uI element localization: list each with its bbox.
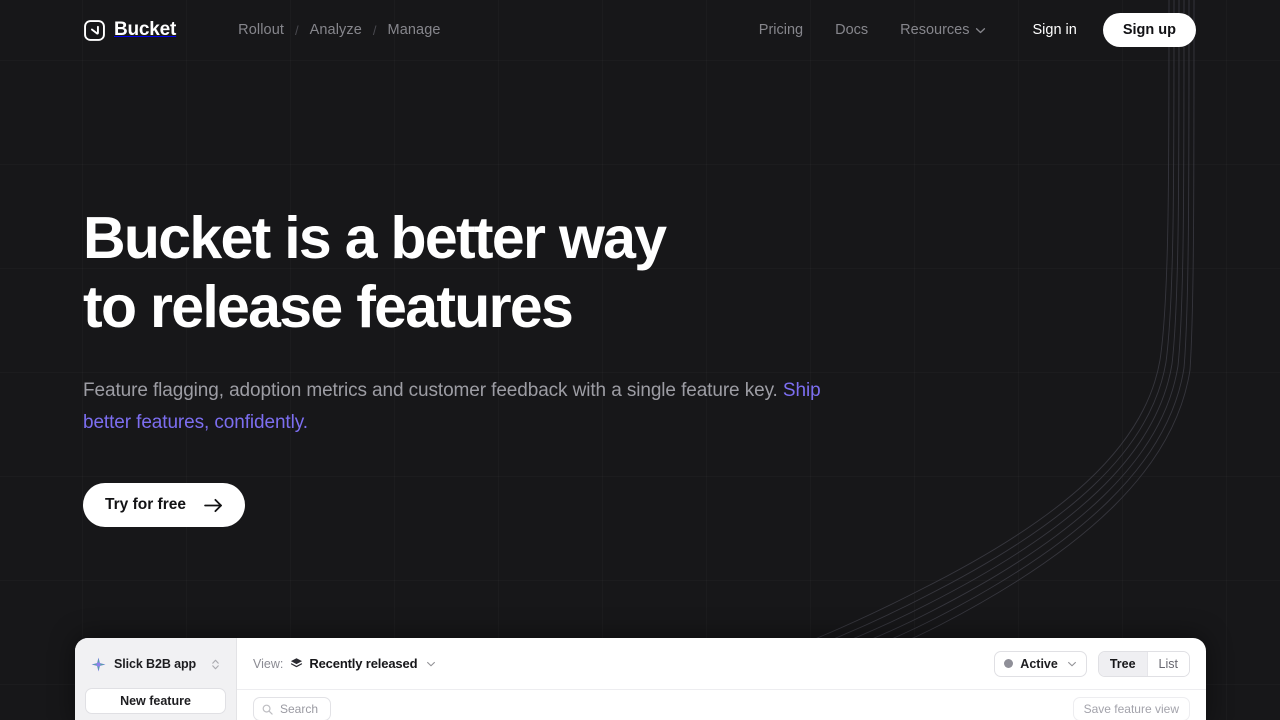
- app-preview-panel: Slick B2B app New feature View: Recently…: [75, 638, 1206, 720]
- save-feature-view-button[interactable]: Save feature view: [1072, 697, 1190, 720]
- stack-layers-icon: [291, 658, 303, 668]
- try-for-free-label: Try for free: [105, 496, 186, 513]
- nav-separator: /: [295, 22, 299, 38]
- brand-name: Bucket: [114, 19, 177, 40]
- chevron-down-icon: [976, 27, 986, 33]
- display-mode-toggle: Tree List: [1097, 650, 1190, 677]
- nav-link-resources[interactable]: Resources: [884, 22, 1002, 38]
- brand-logo-link[interactable]: Bucket: [84, 19, 176, 41]
- nav-link-manage[interactable]: Manage: [388, 22, 441, 38]
- hero-subtext-plain: Feature flagging, adoption metrics and c…: [83, 380, 783, 401]
- search-input[interactable]: Search: [253, 697, 331, 720]
- top-navigation-bar: Bucket Rollout / Analyze / Manage Pricin…: [0, 0, 1280, 60]
- page-root: Bucket Rollout / Analyze / Manage Pricin…: [0, 0, 1280, 720]
- app-preview-main: View: Recently released Active Tree List…: [237, 638, 1206, 720]
- app-preview-sidebar: Slick B2B app New feature: [75, 638, 237, 720]
- nav-link-resources-label: Resources: [900, 22, 970, 38]
- app-name: Slick B2B app: [114, 657, 197, 671]
- status-filter-dropdown[interactable]: Active: [994, 650, 1087, 677]
- nav-secondary-links: Pricing Docs Resources Sign in Sign up: [743, 13, 1196, 47]
- sparkle-star-icon: [91, 657, 106, 671]
- view-label: View:: [253, 656, 284, 671]
- page-title: Bucket is a better way to release featur…: [83, 205, 667, 340]
- chevron-down-icon: [1067, 661, 1076, 666]
- nav-primary-links: Rollout / Analyze / Manage: [238, 22, 440, 38]
- sign-up-button[interactable]: Sign up: [1102, 13, 1196, 47]
- decorative-swoosh-lines: [760, 0, 1195, 660]
- nav-separator: /: [372, 22, 377, 38]
- view-value: Recently released: [309, 656, 418, 671]
- app-switcher[interactable]: Slick B2B app: [85, 650, 226, 676]
- status-filter-label: Active: [1020, 656, 1058, 671]
- up-down-chevron-icon: [212, 659, 219, 669]
- display-mode-list[interactable]: List: [1146, 651, 1189, 676]
- chevron-down-icon[interactable]: [426, 661, 436, 667]
- try-for-free-button[interactable]: Try for free: [83, 483, 245, 527]
- nav-link-docs[interactable]: Docs: [819, 22, 884, 38]
- nav-link-pricing[interactable]: Pricing: [743, 22, 819, 38]
- sign-in-link[interactable]: Sign in: [1016, 22, 1092, 38]
- search-placeholder: Search: [280, 702, 319, 716]
- nav-link-analyze[interactable]: Analyze: [310, 22, 362, 38]
- display-mode-tree[interactable]: Tree: [1098, 651, 1147, 676]
- app-preview-subbar: Search Save feature view: [237, 690, 1206, 720]
- hero-subtext: Feature flagging, adoption metrics and c…: [83, 375, 823, 439]
- nav-link-rollout[interactable]: Rollout: [238, 22, 284, 38]
- search-icon: [262, 704, 273, 715]
- new-feature-button[interactable]: New feature: [85, 688, 226, 714]
- status-dot-icon: [1004, 659, 1014, 668]
- background-grid: [0, 0, 1280, 720]
- app-preview-toolbar: View: Recently released Active Tree List: [237, 638, 1206, 690]
- bucket-logo-icon: [84, 19, 105, 41]
- toolbar-right-controls: Active Tree List: [994, 650, 1190, 677]
- arrow-right-icon: [204, 498, 222, 512]
